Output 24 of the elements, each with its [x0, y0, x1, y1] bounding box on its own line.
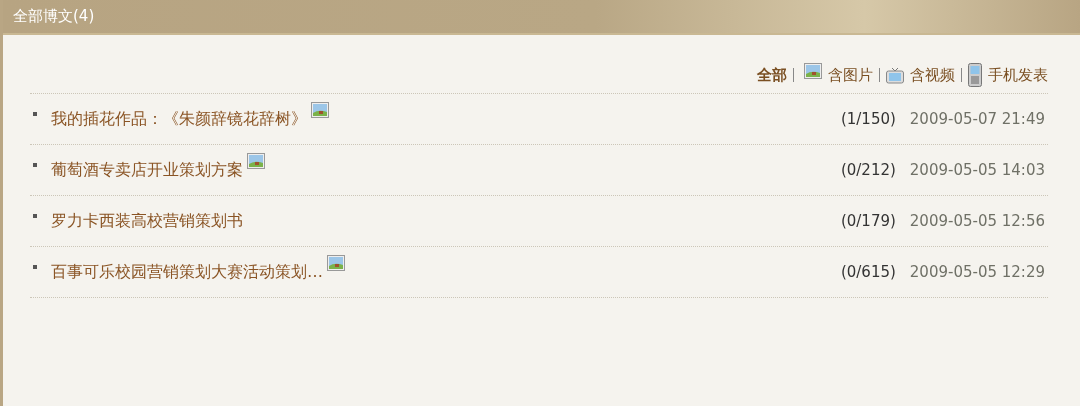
filter-link[interactable]: 含图片 — [828, 65, 873, 85]
image-icon — [804, 63, 822, 79]
mobile-phone-icon — [968, 63, 982, 87]
post-title-link[interactable]: 葡萄酒专卖店开业策划方案 — [51, 159, 243, 181]
panel-title: 全部博文(4) — [13, 7, 95, 26]
post-title-link[interactable]: 我的插花作品：《朱颜辞镜花辞树》 — [51, 108, 307, 130]
post-stats: (0/179) — [840, 212, 896, 230]
bullet-icon — [33, 265, 37, 269]
post-stats: (0/212) — [840, 161, 896, 179]
post-date: 2009-05-05 14:03 — [909, 161, 1045, 179]
post-title-link[interactable]: 百事可乐校园营销策划大赛活动策划… — [51, 261, 323, 283]
post-stats: (0/615) — [840, 263, 896, 281]
filter-link[interactable]: 手机发表 — [988, 65, 1048, 85]
post-date: 2009-05-05 12:56 — [909, 212, 1045, 230]
post-date: 2009-05-05 12:29 — [909, 263, 1045, 281]
post-date: 2009-05-07 21:49 — [909, 110, 1045, 128]
bullet-icon — [33, 163, 37, 167]
filter-link[interactable]: 全部 — [757, 65, 787, 85]
post-title-link[interactable]: 罗力卡西装高校营销策划书 — [51, 210, 243, 232]
filter-link[interactable]: 含视频 — [910, 65, 955, 85]
bullet-icon — [33, 214, 37, 218]
tv-icon — [886, 66, 904, 84]
bullet-icon — [33, 112, 37, 116]
post-stats: (1/150) — [840, 110, 896, 128]
